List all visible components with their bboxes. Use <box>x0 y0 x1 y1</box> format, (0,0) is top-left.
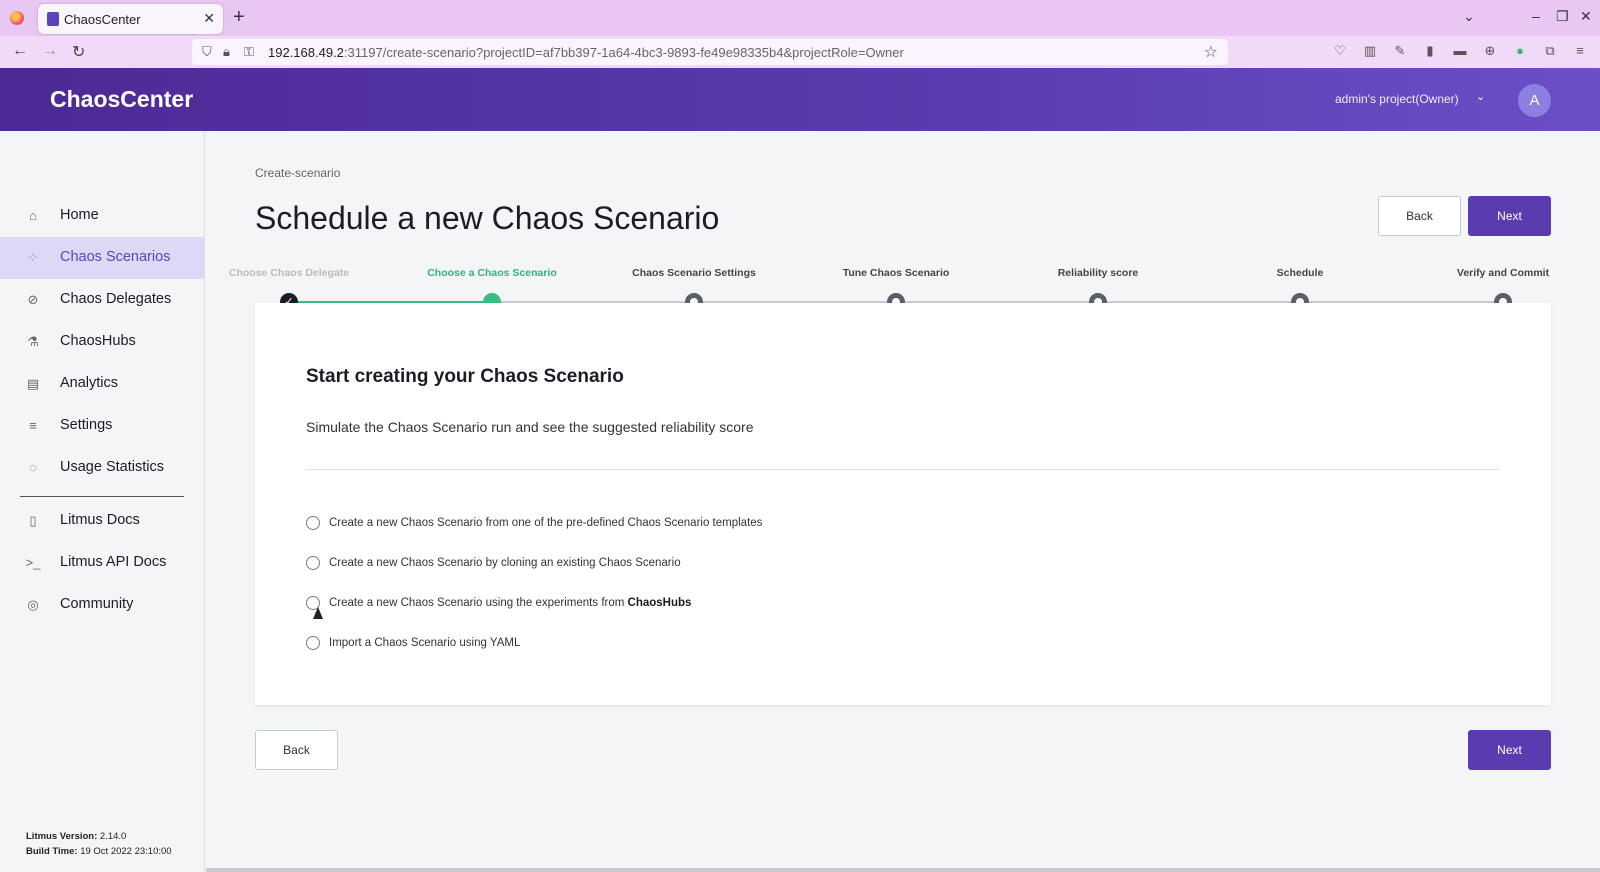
url-bar[interactable]: ⛉ 🔒︎ ⚿ 192.168.49.2:31197/create-scenari… <box>192 39 1228 65</box>
document-icon: ▯ <box>29 513 37 528</box>
sidebar-item-label: Community <box>60 596 134 612</box>
forward-arrow-icon[interactable]: → <box>42 42 58 60</box>
radio-button[interactable] <box>306 636 320 650</box>
lock-icon[interactable]: 🔒︎ <box>223 44 230 60</box>
sidebar-item-label: Chaos Delegates <box>60 291 172 307</box>
next-button-top[interactable]: Next <box>1468 196 1551 236</box>
shield-icon[interactable]: ⛉ <box>202 44 212 60</box>
bookmark-star-icon[interactable]: ☆ <box>1204 42 1218 62</box>
version-info: Litmus Version: 2.14.0 <box>26 831 127 842</box>
sidebar-item-label: Chaos Scenarios <box>60 249 171 265</box>
restore-button[interactable]: ❐ <box>1556 8 1569 25</box>
key-icon[interactable]: ⚿ <box>244 44 254 60</box>
mouse-cursor-icon <box>313 607 323 619</box>
tab-list-chevron-icon[interactable]: ⌄ <box>1463 8 1475 25</box>
sidebar-item-litmus-api-docs[interactable]: >_ Litmus API Docs <box>0 542 204 584</box>
step-label-choose-a-chaos-scenario: Choose a Chaos Scenario <box>427 267 557 279</box>
step-label-reliability-score: Reliability score <box>1057 267 1139 279</box>
extension-icon[interactable]: ▬ <box>1452 43 1468 59</box>
step-label-verify-and-commit: Verify and Commit <box>1456 267 1550 279</box>
sidebar-item-label: Home <box>60 207 99 223</box>
project-selector[interactable]: admin's project(Owner) <box>1335 92 1459 106</box>
terminal-icon: >_ <box>25 555 41 570</box>
url-text[interactable]: 192.168.49.2:31197/create-scenario?proje… <box>268 45 904 60</box>
option-label[interactable]: Import a Chaos Scenario using YAML <box>329 637 520 649</box>
option-label[interactable]: Create a new Chaos Scenario using the ex… <box>329 597 691 609</box>
bottom-scrollbar[interactable] <box>206 868 1600 872</box>
sidebar-divider <box>20 496 184 497</box>
card-divider <box>306 469 1500 470</box>
back-button-bottom[interactable]: Back <box>255 730 338 770</box>
sidebar-item-label: Settings <box>60 417 113 433</box>
card-title: Start creating your Chaos Scenario <box>306 366 624 387</box>
next-button-bottom[interactable]: Next <box>1468 730 1551 770</box>
sidebar-item-label: ChaosHubs <box>60 333 136 349</box>
option-label[interactable]: Create a new Chaos Scenario by cloning a… <box>329 557 681 569</box>
close-tab-icon[interactable]: ✕ <box>203 10 215 27</box>
sidebar-item-chaos-scenarios[interactable]: ⁘ Chaos Scenarios <box>0 237 204 279</box>
sidebar-item-litmus-docs[interactable]: ▯ Litmus Docs <box>0 500 204 542</box>
circle-progress-icon: ◌ <box>29 460 37 475</box>
sidebar-item-settings[interactable]: ≡ Settings <box>0 405 204 447</box>
extension-icon[interactable]: ✎ <box>1392 43 1408 59</box>
reload-icon[interactable]: ↻ <box>72 42 85 62</box>
extension-icon[interactable]: ▮ <box>1422 43 1438 59</box>
sidebar-item-analytics[interactable]: ▤ Analytics <box>0 363 204 405</box>
sidebar-item-chaoshubs[interactable]: ⚗ ChaosHubs <box>0 321 204 363</box>
sidebar-item-chaos-delegates[interactable]: ⊘ Chaos Delegates <box>0 279 204 321</box>
build-time-info: Build Time: 19 Oct 2022 23:10:00 <box>26 846 172 857</box>
link-icon: ⊘ <box>27 292 39 307</box>
card-subtitle: Simulate the Chaos Scenario run and see … <box>306 419 754 435</box>
bar-chart-icon: ▤ <box>26 376 40 391</box>
reader-view-icon[interactable]: ▥ <box>1362 43 1378 59</box>
app-header: ChaosCenter admin's project(Owner) ⌄ A <box>0 68 1600 131</box>
radio-button[interactable] <box>306 516 320 530</box>
hamburger-menu-icon[interactable]: ≡ <box>1572 43 1588 59</box>
step-label-choose-chaos-delegate: Choose Chaos Delegate <box>228 267 350 279</box>
option-label[interactable]: Create a new Chaos Scenario from one of … <box>329 517 762 529</box>
chevron-down-icon[interactable]: ⌄ <box>1476 90 1485 103</box>
breadcrumb[interactable]: Create-scenario <box>255 166 340 180</box>
firefox-icon <box>10 11 24 25</box>
browser-tab[interactable]: ChaosCenter ✕ <box>38 4 223 34</box>
puzzle-icon[interactable]: ⧉ <box>1542 43 1558 59</box>
back-button-top[interactable]: Back <box>1378 196 1461 236</box>
grid-icon: ⁘ <box>27 250 39 265</box>
extension-icon[interactable]: ● <box>1512 43 1528 59</box>
back-arrow-icon[interactable]: ← <box>12 42 28 60</box>
download-icon[interactable]: ⊕ <box>1482 43 1498 59</box>
step-label-schedule: Schedule <box>1276 267 1324 279</box>
sidebar: ⌂ Home ⁘ Chaos Scenarios ⊘ Chaos Delegat… <box>0 131 205 872</box>
sidebar-item-label: Usage Statistics <box>60 459 164 475</box>
browser-tab-bar: ChaosCenter ✕ + ⌄ – ❐ ✕ <box>0 0 1600 36</box>
brand-logo[interactable]: ChaosCenter <box>50 86 193 113</box>
sidebar-item-community[interactable]: ◎ Community <box>0 584 204 626</box>
sliders-icon: ≡ <box>29 418 37 433</box>
avatar[interactable]: A <box>1518 84 1551 117</box>
sidebar-item-label: Litmus Docs <box>60 512 140 528</box>
scenario-choice-card: Start creating your Chaos Scenario Simul… <box>255 303 1551 705</box>
new-tab-button[interactable]: + <box>233 6 245 29</box>
sidebar-item-usage-statistics[interactable]: ◌ Usage Statistics <box>0 447 204 489</box>
step-label-tune-chaos-scenario: Tune Chaos Scenario <box>842 267 950 279</box>
minimize-button[interactable]: – <box>1532 8 1540 24</box>
home-icon: ⌂ <box>29 208 37 223</box>
sidebar-item-label: Analytics <box>60 375 119 391</box>
tab-favicon-icon <box>47 12 59 26</box>
close-window-button[interactable]: ✕ <box>1580 8 1592 25</box>
chat-bubbles-icon: ◎ <box>27 597 39 612</box>
tab-title: ChaosCenter <box>64 12 141 27</box>
browser-nav-bar: ← → ↻ ⛉ 🔒︎ ⚿ 192.168.49.2:31197/create-s… <box>0 36 1600 68</box>
flask-icon: ⚗ <box>27 334 39 349</box>
sidebar-item-label: Litmus API Docs <box>60 554 167 570</box>
page-title: Schedule a new Chaos Scenario <box>255 200 720 236</box>
sidebar-item-home[interactable]: ⌂ Home <box>0 195 204 237</box>
radio-button[interactable] <box>306 556 320 570</box>
pocket-icon[interactable]: ♡ <box>1332 43 1348 59</box>
step-label-chaos-scenario-settings: Chaos Scenario Settings <box>632 267 756 279</box>
